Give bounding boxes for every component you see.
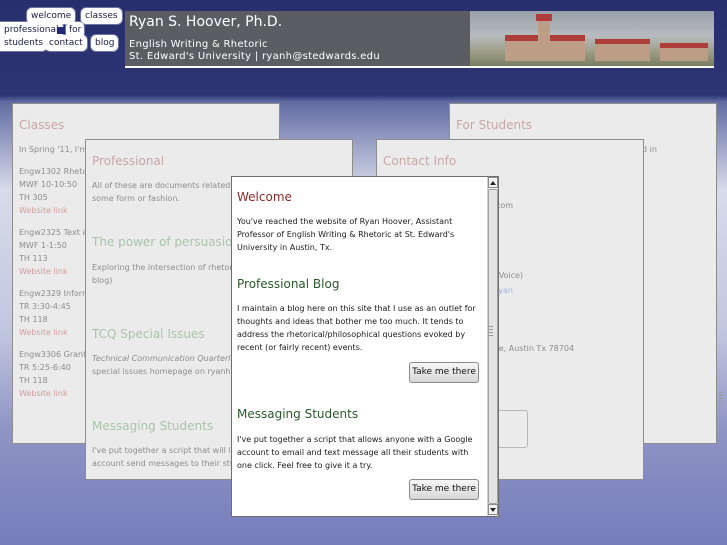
messaging-title[interactable]: Messaging Students [92, 419, 213, 433]
course-website-link[interactable]: Website link [19, 267, 68, 276]
persuasion-title[interactable]: The power of persuasio [92, 235, 233, 249]
dialog-scrollbar[interactable] [487, 177, 498, 516]
messaging-text: account send messages to their stu [92, 459, 235, 468]
tcq-text: Technical Communication Quarterl [92, 354, 231, 363]
course-room: TH 113 [19, 254, 48, 263]
department-line: English Writing & Rhetoric [129, 39, 268, 50]
nav-students[interactable]: students [0, 35, 48, 51]
course-code: Engw3306 Grant [19, 350, 87, 359]
course-room: TH 305 [19, 193, 48, 202]
course-time: MWF 1-1:50 [19, 241, 67, 250]
course-website-link[interactable]: Website link [19, 328, 68, 337]
nav-classes[interactable]: classes [81, 8, 122, 24]
blog-title: Professional Blog [237, 277, 340, 291]
course-time: TR 3:30-4:45 [19, 302, 71, 311]
persuasion-text: Exploring the intersection of rhetori [92, 263, 235, 272]
site-header: Ryan S. Hoover, Ph.D. English Writing & … [125, 11, 714, 68]
scroll-thumb[interactable] [488, 189, 498, 504]
persuasion-text: blog) [92, 276, 113, 285]
welcome-text: You've reached the website of Ryan Hoove… [237, 217, 455, 252]
messaging-take-me-there-button[interactable]: Take me there [409, 479, 479, 500]
course-code: Engw2329 Inform [19, 289, 90, 298]
professional-title: Professional [92, 154, 165, 168]
professional-intro: All of these are documents related t [92, 181, 237, 190]
blog-text: I maintain a blog here on this site that… [237, 304, 476, 352]
site-subtitle: English Writing & Rhetoric St. Edward's … [129, 39, 380, 63]
nav-contact[interactable]: contact [45, 35, 87, 51]
welcome-dialog: Welcome You've reached the website of Ry… [231, 176, 499, 517]
course-website-link[interactable]: Website link [19, 389, 68, 398]
professional-intro: some form or fashion. [92, 194, 180, 203]
contact-title: Contact Info [383, 154, 457, 168]
site-title: Ryan S. Hoover, Ph.D. [129, 14, 283, 30]
classes-intro: In Spring '11, I'm [19, 145, 88, 154]
resize-grip[interactable] [489, 326, 493, 338]
course-code: Engw2325 Text a [19, 228, 88, 237]
course-time: TR 5:25-6:40 [19, 363, 71, 372]
for-students-title: For Students [456, 118, 533, 132]
tcq-title[interactable]: TCQ Special Issues [92, 327, 205, 341]
contact-address: Ave, Austin Tx 78704 [489, 344, 575, 353]
course-room: TH 118 [19, 315, 48, 324]
course-time: MWF 10-10:50 [19, 180, 78, 189]
nav-separator [57, 27, 65, 34]
for-students-text: d in [642, 145, 657, 154]
course-room: TH 118 [19, 376, 48, 385]
page-scroll-grip[interactable] [719, 392, 723, 404]
tcq-text: special issues homepage on ryanh [92, 367, 231, 376]
scroll-down-arrow[interactable] [488, 504, 498, 515]
welcome-title: Welcome [237, 190, 292, 204]
nav-blog[interactable]: blog [91, 35, 119, 51]
blog-take-me-there-button[interactable]: Take me there [409, 362, 479, 383]
classes-title: Classes [19, 118, 65, 132]
messaging-text: I've put together a script that will let [92, 446, 239, 455]
campus-photo [470, 11, 714, 66]
university-line: St. Edward's University | ryanh@stedward… [129, 51, 380, 62]
scroll-up-arrow[interactable] [488, 177, 498, 188]
messaging-title: Messaging Students [237, 407, 359, 421]
messaging-text: I've put together a script that allows a… [237, 435, 473, 470]
course-website-link[interactable]: Website link [19, 206, 68, 215]
course-code: Engw1302 Rheto [19, 167, 88, 176]
